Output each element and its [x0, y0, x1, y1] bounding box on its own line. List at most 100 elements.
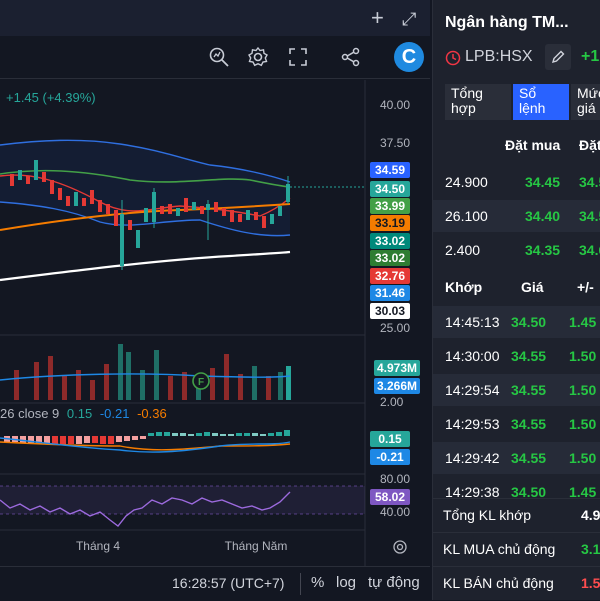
- trade-row: 14:30:00 34.55 1.50: [433, 340, 600, 372]
- x-label-may: Tháng Năm: [225, 539, 288, 553]
- x-label-april: Tháng 4: [76, 539, 120, 553]
- macd-label: -0.21: [370, 449, 410, 465]
- price-label: 31.46: [370, 285, 410, 301]
- volume-label: 4.973M: [374, 360, 420, 376]
- trade-change: 1.45: [569, 314, 597, 330]
- expand-icon[interactable]: ⤢: [402, 9, 416, 29]
- chart-top-bar: + ⤢: [0, 0, 430, 36]
- trade-row: 14:29:54 34.55 1.50: [433, 374, 600, 406]
- volume-bars: [0, 344, 291, 400]
- bid-volume: 2.400: [445, 242, 481, 258]
- trade-row: 14:45:13 34.50 1.45: [433, 306, 600, 338]
- axis-label: 80.00: [380, 472, 411, 486]
- macd-value-1: 0.15: [66, 406, 93, 421]
- trade-price: 34.55: [511, 450, 547, 466]
- symbol-code[interactable]: LPB:HSX: [465, 48, 533, 66]
- percent-scale-toggle[interactable]: %: [311, 574, 324, 591]
- divider: [300, 573, 301, 595]
- trade-change-header: +/-: [577, 279, 594, 295]
- axis-settings-icon[interactable]: [392, 539, 408, 555]
- ask-price: 34.6: [579, 242, 600, 258]
- bid-volume: 26.100: [445, 208, 488, 224]
- ask-header: Đặt: [579, 137, 600, 153]
- summary-value: 1.5: [581, 575, 600, 591]
- macd-value-3: -0.36: [137, 406, 167, 421]
- trade-price-header: Giá: [521, 279, 544, 295]
- trade-price: 34.55: [511, 382, 547, 398]
- price-label: 30.03: [370, 303, 410, 319]
- bid-price: 34.40: [525, 208, 561, 224]
- summary-row: Tổng KL khớp 4.9: [433, 498, 600, 531]
- price-change-text: +1.45 (+4.39%): [6, 90, 96, 105]
- trade-row: 14:29:53 34.55 1.50: [433, 408, 600, 440]
- price-label: 33.19: [370, 215, 410, 231]
- trade-change: 1.50: [569, 450, 597, 466]
- fullscreen-icon[interactable]: [287, 46, 309, 68]
- trade-time: 14:30:00: [445, 348, 500, 364]
- bid-price: 34.45: [525, 174, 561, 190]
- axis-label: 40.00: [380, 505, 411, 519]
- brand-logo-icon: C: [394, 42, 424, 72]
- symbol-row: LPB:HSX +1: [433, 44, 600, 74]
- trade-change: 1.50: [569, 416, 597, 432]
- order-book-row[interactable]: 24.900 34.45 34.5: [433, 166, 600, 198]
- trade-time: 14:29:54: [445, 382, 500, 398]
- price-label: 33.02: [370, 233, 410, 249]
- trade-row: 14:29:42 34.55 1.50: [433, 442, 600, 474]
- bid-header: Đặt mua: [505, 137, 561, 153]
- bid-volume: 24.900: [445, 174, 488, 190]
- summary-value: 3.1: [581, 541, 600, 557]
- summary-row: KL BÁN chủ động 1.5: [433, 566, 600, 599]
- axis-label: 25.00: [380, 321, 411, 335]
- edit-symbol-button[interactable]: [545, 44, 571, 70]
- trade-time: 14:29:53: [445, 416, 500, 432]
- trade-change: 1.50: [569, 348, 597, 364]
- zoom-icon[interactable]: [208, 46, 230, 68]
- panel-tabs: Tổng hợp Sổ lệnh Mức giá: [445, 84, 600, 120]
- axis-label: 37.50: [380, 136, 411, 150]
- trade-price: 34.55: [511, 348, 547, 364]
- share-icon[interactable]: [340, 46, 362, 68]
- volume-label: 3.266M: [374, 378, 420, 394]
- clock-time: 16:28:57 (UTC+7): [172, 575, 285, 591]
- summary-row: KL MUA chủ động 3.1: [433, 532, 600, 565]
- company-name: Ngân hàng TM...: [445, 14, 569, 31]
- chart-pane[interactable]: + ⤢ C F Tháng 4 Tháng Năm +1.45 (+4.39%)…: [0, 0, 430, 601]
- tab-summary[interactable]: Tổng hợp: [445, 84, 511, 120]
- axis-label: 40.00: [380, 98, 411, 112]
- price-label: 33.02: [370, 250, 410, 266]
- macd-params: 26 close 9: [0, 406, 60, 421]
- macd-label: 0.15: [370, 431, 410, 447]
- trade-change: 1.50: [569, 382, 597, 398]
- bid-price: 34.35: [525, 242, 561, 258]
- price-label: 34.50: [370, 181, 410, 197]
- trade-price: 34.55: [511, 416, 547, 432]
- price-label: 34.59: [370, 162, 410, 178]
- trade-time: 14:29:42: [445, 450, 500, 466]
- rsi-label: 58.02: [370, 489, 410, 505]
- order-book-row[interactable]: 26.100 34.40 34.5: [433, 200, 600, 232]
- axis-label: 2.00: [380, 395, 404, 409]
- ask-price: 34.5: [579, 174, 600, 190]
- macd-histogram: [0, 430, 291, 453]
- ask-price: 34.5: [579, 208, 600, 224]
- auto-scale-toggle[interactable]: tự động: [368, 574, 420, 591]
- summary-value: 4.9: [581, 507, 600, 523]
- order-book-row[interactable]: 2.400 34.35 34.6: [433, 234, 600, 266]
- macd-value-2: -0.21: [99, 406, 130, 421]
- price-chart[interactable]: F Tháng 4 Tháng Năm: [0, 80, 430, 566]
- trade-time-header: Khớp: [445, 279, 483, 295]
- clock-icon: [445, 50, 461, 66]
- price-label: 33.99: [370, 198, 410, 214]
- tab-price-levels[interactable]: Mức giá: [571, 84, 600, 120]
- summary-label: KL BÁN chủ động: [443, 575, 554, 591]
- add-icon[interactable]: +: [371, 7, 384, 29]
- trade-price: 34.50: [511, 314, 547, 330]
- pencil-icon: [551, 50, 565, 64]
- summary-label: KL MUA chủ động: [443, 541, 556, 557]
- chart-bottom-bar: 16:28:57 (UTC+7) % log tự động: [0, 566, 430, 601]
- chart-toolbar: C: [0, 36, 430, 79]
- tab-order-book[interactable]: Sổ lệnh: [513, 84, 569, 120]
- log-scale-toggle[interactable]: log: [336, 574, 356, 591]
- gear-icon[interactable]: [247, 46, 269, 68]
